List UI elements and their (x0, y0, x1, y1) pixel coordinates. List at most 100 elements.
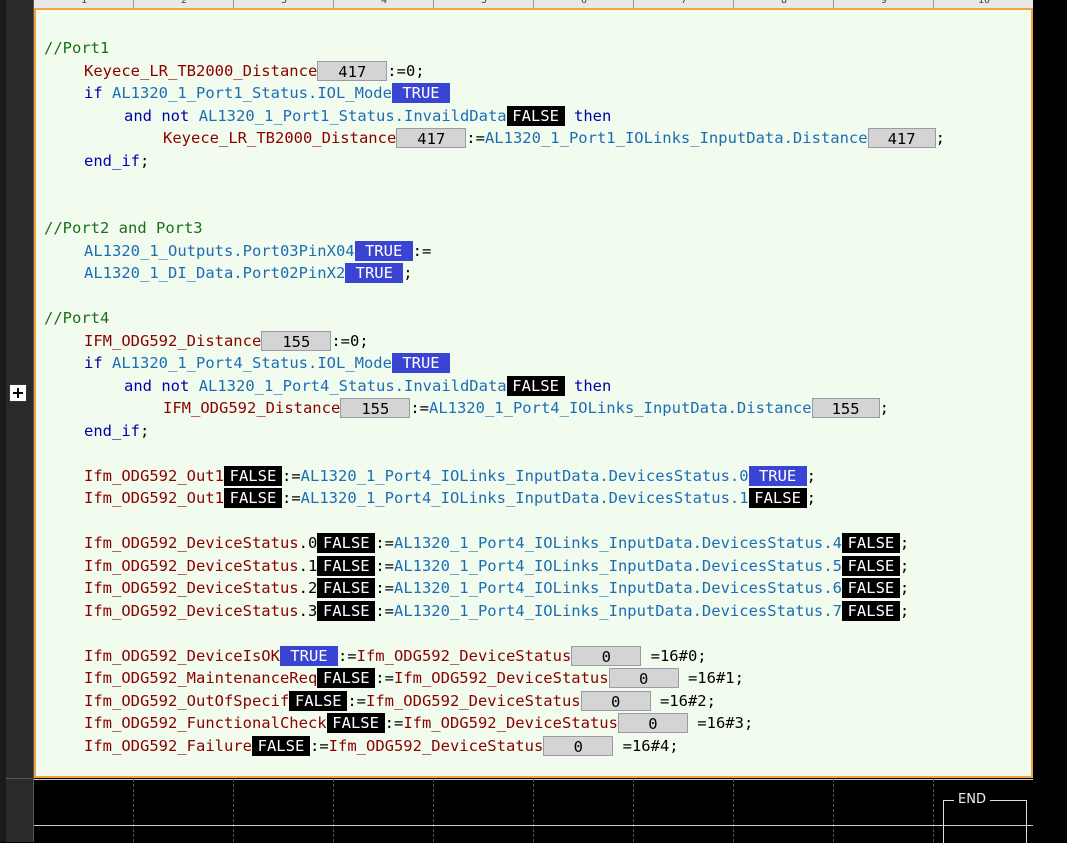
code-line[interactable]: //Port4 (44, 307, 109, 329)
code-line[interactable]: Ifm_ODG592_OutOfSpecif FALSE:=Ifm_ODG592_… (84, 690, 716, 712)
monitor-value-false[interactable]: FALSE (748, 488, 807, 508)
code-line[interactable]: end_if; (84, 150, 149, 172)
code-line[interactable]: Ifm_ODG592_MaintenanceReq FALSE:=Ifm_ODG5… (84, 667, 744, 689)
variable[interactable]: IFM_ODG592_Distance (163, 399, 340, 417)
variable[interactable]: AL1320_1_Port1_Status.IOL_Mode (112, 84, 392, 102)
monitor-value-true[interactable]: TRUE (279, 646, 338, 666)
code-line[interactable]: AL1320_1_Outputs.Port03PinX04 TRUE:= (84, 240, 431, 262)
variable[interactable]: AL1320_1_Port1_IOLinks_InputData.Distanc… (485, 129, 868, 147)
code-line[interactable]: Ifm_ODG592_FunctionalCheck FALSE:=Ifm_ODG… (84, 712, 753, 734)
monitor-value[interactable]: 0 (571, 646, 642, 666)
code-line[interactable]: Keyece_LR_TB2000_Distance 417:=AL1320_1_P… (163, 127, 945, 149)
monitor-value-false[interactable]: FALSE (506, 106, 565, 126)
variable[interactable]: Ifm_ODG592_Out1 (84, 489, 224, 507)
monitor-value-false[interactable]: FALSE (841, 578, 900, 598)
operator: :=0; (387, 62, 425, 80)
variable[interactable]: AL1320_1_Port4_IOLinks_InputData.Devices… (394, 534, 823, 552)
monitor-value[interactable]: 0 (617, 713, 688, 733)
variable[interactable]: AL1320_1_Outputs.Port03PinX04 (84, 242, 355, 260)
variable[interactable]: AL1320_1_Port4_IOLinks_InputData.Devices… (301, 489, 730, 507)
monitor-value-false[interactable]: FALSE (223, 466, 282, 486)
variable[interactable]: Ifm_ODG592_DeviceStatus (366, 692, 581, 710)
variable[interactable]: Ifm_ODG592_DeviceStatus (84, 579, 299, 597)
variable[interactable]: AL1320_1_Port4_IOLinks_InputData.Devices… (394, 579, 823, 597)
code-line[interactable]: Ifm_ODG592_DeviceStatus.2 FALSE:=AL1320_1… (84, 577, 909, 599)
monitor-value-true[interactable]: TRUE (354, 241, 413, 261)
monitor-value-false[interactable]: FALSE (506, 376, 565, 396)
variable[interactable]: Ifm_ODG592_DeviceStatus (84, 534, 299, 552)
monitor-value-false[interactable]: FALSE (326, 713, 385, 733)
variable[interactable]: AL1320_1_Port1_Status.InvaildData (199, 107, 507, 125)
monitor-value-false[interactable]: FALSE (317, 601, 376, 621)
code-line[interactable]: Ifm_ODG592_Failure FALSE:=Ifm_ODG592_Devi… (84, 735, 679, 757)
monitor-value[interactable]: 417 (317, 61, 388, 81)
variable[interactable]: AL1320_1_Port4_IOLinks_InputData.Distanc… (429, 399, 812, 417)
operator: ; (899, 579, 910, 597)
code-line[interactable]: Ifm_ODG592_Out1 FALSE:=AL1320_1_Port4_IOL… (84, 487, 816, 509)
monitor-value-true[interactable]: TRUE (748, 466, 807, 486)
expand-plus-icon[interactable] (9, 384, 27, 402)
monitor-value-false[interactable]: FALSE (317, 578, 376, 598)
monitor-value-false[interactable]: FALSE (251, 736, 310, 756)
variable[interactable]: Ifm_ODG592_DeviceStatus (394, 669, 609, 687)
variable[interactable]: Ifm_ODG592_FunctionalCheck (84, 714, 327, 732)
code-line[interactable]: Ifm_ODG592_DeviceIsOK TRUE:=Ifm_ODG592_De… (84, 645, 707, 667)
ruler-tick-1: 1 (80, 0, 88, 6)
code-line[interactable]: //Port2 and Port3 (44, 217, 203, 239)
code-line[interactable]: end_if; (84, 420, 149, 442)
code-line[interactable]: Ifm_ODG592_DeviceStatus.0 FALSE:=AL1320_1… (84, 532, 909, 554)
variable[interactable]: Ifm_ODG592_Failure (84, 737, 252, 755)
code-line[interactable]: if AL1320_1_Port1_Status.IOL_Mode TRUE (84, 82, 450, 104)
monitor-value-false[interactable]: FALSE (317, 668, 376, 688)
variable[interactable]: Ifm_ODG592_OutOfSpecif (84, 692, 289, 710)
code-line[interactable]: AL1320_1_DI_Data.Port02PinX2 TRUE; (84, 262, 413, 284)
variable[interactable]: Ifm_ODG592_MaintenanceReq (84, 669, 317, 687)
variable[interactable]: Ifm_ODG592_DeviceStatus (403, 714, 618, 732)
variable[interactable]: Ifm_ODG592_DeviceStatus (84, 602, 299, 620)
code-line[interactable]: IFM_ODG592_Distance 155:=AL1320_1_Port4_I… (163, 397, 889, 419)
variable[interactable]: Keyece_LR_TB2000_Distance (84, 62, 317, 80)
monitor-value[interactable]: 155 (261, 331, 332, 351)
variable[interactable]: AL1320_1_DI_Data.Port02PinX2 (84, 264, 345, 282)
monitor-value-false[interactable]: FALSE (841, 601, 900, 621)
code-line[interactable]: Ifm_ODG592_DeviceStatus.1 FALSE:=AL1320_1… (84, 555, 909, 577)
st-code-editor[interactable]: //Port1 Keyece_LR_TB2000_Distance 417:=0;… (34, 8, 1033, 778)
variable[interactable]: AL1320_1_Port4_Status.IOL_Mode (112, 354, 392, 372)
variable[interactable]: Ifm_ODG592_DeviceStatus (84, 557, 299, 575)
monitor-value-false[interactable]: FALSE (317, 556, 376, 576)
variable[interactable]: Ifm_ODG592_DeviceStatus (357, 647, 572, 665)
monitor-value[interactable]: 417 (867, 128, 936, 148)
monitor-value-true[interactable]: TRUE (391, 83, 450, 103)
code-line[interactable]: Ifm_ODG592_DeviceStatus.3 FALSE:=AL1320_1… (84, 600, 909, 622)
monitor-value-false[interactable]: FALSE (223, 488, 282, 508)
monitor-value[interactable]: 417 (396, 128, 467, 148)
monitor-value-false[interactable]: FALSE (841, 533, 900, 553)
monitor-value-false[interactable]: FALSE (841, 556, 900, 576)
variable[interactable]: AL1320_1_Port4_IOLinks_InputData.Devices… (394, 602, 823, 620)
right-scroll-area[interactable] (1033, 0, 1067, 842)
code-line[interactable]: and not AL1320_1_Port4_Status.InvaildDat… (124, 375, 611, 397)
monitor-value[interactable]: 0 (608, 668, 679, 688)
variable[interactable]: Ifm_ODG592_DeviceStatus (329, 737, 544, 755)
code-line[interactable]: if AL1320_1_Port4_Status.IOL_Mode TRUE (84, 352, 450, 374)
code-line[interactable]: and not AL1320_1_Port1_Status.InvaildDat… (124, 105, 611, 127)
variable[interactable]: AL1320_1_Port4_Status.InvaildData (199, 377, 507, 395)
variable[interactable]: Ifm_ODG592_Out1 (84, 467, 224, 485)
monitor-value-false[interactable]: FALSE (317, 533, 376, 553)
variable[interactable]: Keyece_LR_TB2000_Distance (163, 129, 396, 147)
code-line[interactable]: Keyece_LR_TB2000_Distance 417:=0; (84, 60, 425, 82)
variable[interactable]: AL1320_1_Port4_IOLinks_InputData.Devices… (394, 557, 823, 575)
monitor-value-false[interactable]: FALSE (289, 691, 348, 711)
variable[interactable]: AL1320_1_Port4_IOLinks_InputData.Devices… (301, 467, 730, 485)
code-line[interactable]: IFM_ODG592_Distance 155:=0; (84, 330, 369, 352)
monitor-value[interactable]: 0 (543, 736, 614, 756)
monitor-value[interactable]: 155 (340, 398, 411, 418)
code-line[interactable]: //Port1 (44, 37, 109, 59)
monitor-value-true[interactable]: TRUE (391, 353, 450, 373)
variable[interactable]: IFM_ODG592_Distance (84, 332, 261, 350)
monitor-value-true[interactable]: TRUE (345, 263, 404, 283)
monitor-value[interactable]: 0 (580, 691, 651, 711)
variable[interactable]: Ifm_ODG592_DeviceIsOK (84, 647, 280, 665)
code-line[interactable]: Ifm_ODG592_Out1 FALSE:=AL1320_1_Port4_IOL… (84, 465, 816, 487)
monitor-value[interactable]: 155 (811, 398, 880, 418)
